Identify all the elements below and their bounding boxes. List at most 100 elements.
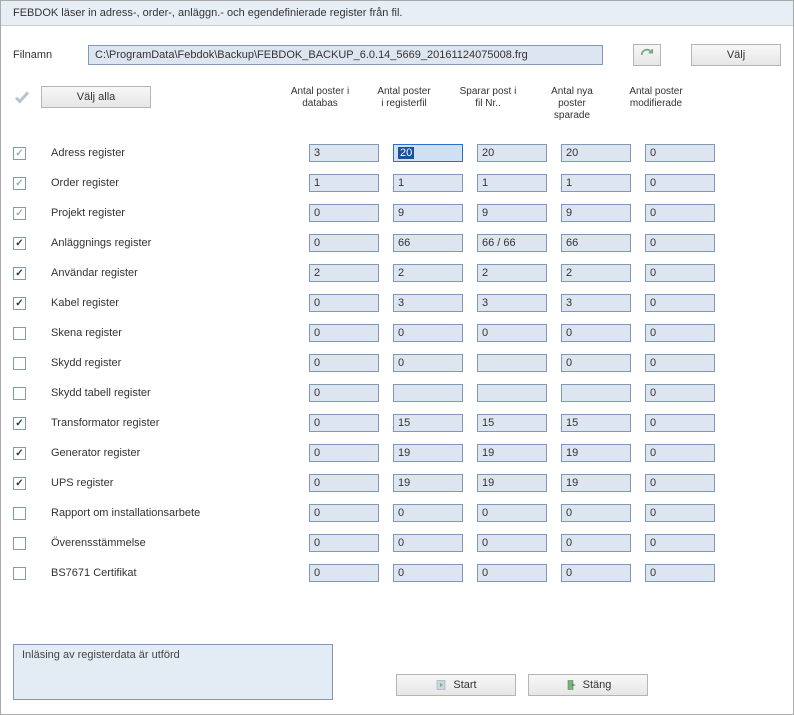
- value-cell[interactable]: 1: [477, 174, 547, 192]
- refresh-button[interactable]: [633, 44, 661, 66]
- value-cell[interactable]: 1: [309, 174, 379, 192]
- value-cell[interactable]: 66: [561, 234, 631, 252]
- value-cell[interactable]: 0: [561, 564, 631, 582]
- value-cell[interactable]: 0: [561, 324, 631, 342]
- value-cell[interactable]: 0: [477, 534, 547, 552]
- checkbox[interactable]: [13, 507, 26, 520]
- value-cell[interactable]: 0: [309, 444, 379, 462]
- value-cell[interactable]: 0: [393, 354, 463, 372]
- value-cell[interactable]: 0: [477, 564, 547, 582]
- table-row: Rapport om installationsarbete00000: [13, 498, 781, 528]
- value-cell[interactable]: 0: [645, 474, 715, 492]
- value-cell[interactable]: 2: [561, 264, 631, 282]
- value-cell[interactable]: 0: [309, 504, 379, 522]
- checkbox[interactable]: [13, 327, 26, 340]
- value-cell[interactable]: 2: [309, 264, 379, 282]
- value-cell[interactable]: 0: [477, 504, 547, 522]
- value-cell[interactable]: [477, 354, 547, 372]
- value-cell[interactable]: 66: [393, 234, 463, 252]
- value-cell[interactable]: 0: [561, 534, 631, 552]
- value-cell[interactable]: 0: [645, 324, 715, 342]
- value-cell[interactable]: 15: [561, 414, 631, 432]
- checkbox[interactable]: [13, 417, 26, 430]
- value-cell[interactable]: 19: [477, 474, 547, 492]
- checkbox[interactable]: [13, 147, 26, 160]
- value-cell[interactable]: 9: [477, 204, 547, 222]
- value-cell[interactable]: 0: [645, 504, 715, 522]
- value-cell[interactable]: 0: [393, 564, 463, 582]
- value-cell[interactable]: 9: [561, 204, 631, 222]
- value-cell[interactable]: 3: [309, 144, 379, 162]
- checkbox[interactable]: [13, 447, 26, 460]
- value-cell[interactable]: [393, 384, 463, 402]
- value-cell[interactable]: 3: [477, 294, 547, 312]
- value-cell[interactable]: 19: [393, 474, 463, 492]
- value-cell[interactable]: 15: [393, 414, 463, 432]
- value-cell[interactable]: 0: [645, 234, 715, 252]
- file-row: Filnamn C:\ProgramData\Febdok\Backup\FEB…: [1, 26, 793, 76]
- checkbox[interactable]: [13, 567, 26, 580]
- value-cell[interactable]: 19: [393, 444, 463, 462]
- value-cell[interactable]: 0: [645, 444, 715, 462]
- value-cell[interactable]: 0: [645, 174, 715, 192]
- checkbox[interactable]: [13, 207, 26, 220]
- value-cell[interactable]: 0: [645, 264, 715, 282]
- value-cell[interactable]: 2: [393, 264, 463, 282]
- value-cell[interactable]: 0: [309, 474, 379, 492]
- value-cell[interactable]: 0: [645, 204, 715, 222]
- value-cell[interactable]: 1: [561, 174, 631, 192]
- value-cell[interactable]: 0: [477, 324, 547, 342]
- value-cell[interactable]: 0: [645, 414, 715, 432]
- value-cell[interactable]: 0: [645, 384, 715, 402]
- value-cell[interactable]: 0: [309, 534, 379, 552]
- value-cell[interactable]: 1: [393, 174, 463, 192]
- value-cell[interactable]: 20: [393, 144, 463, 162]
- value-cell[interactable]: 0: [645, 294, 715, 312]
- value-cell[interactable]: 0: [309, 354, 379, 372]
- value-cell[interactable]: 20: [561, 144, 631, 162]
- checkbox[interactable]: [13, 537, 26, 550]
- checkbox[interactable]: [13, 477, 26, 490]
- value-cell[interactable]: [561, 384, 631, 402]
- value-cell[interactable]: 0: [393, 534, 463, 552]
- value-cell[interactable]: 3: [561, 294, 631, 312]
- value-cell[interactable]: 0: [309, 414, 379, 432]
- value-cell[interactable]: 0: [309, 384, 379, 402]
- filename-input[interactable]: C:\ProgramData\Febdok\Backup\FEBDOK_BACK…: [88, 45, 603, 65]
- value-cell[interactable]: 0: [309, 324, 379, 342]
- value-cell[interactable]: 19: [561, 444, 631, 462]
- value-cell[interactable]: 19: [477, 444, 547, 462]
- value-cell[interactable]: 0: [309, 234, 379, 252]
- value-cell[interactable]: 0: [393, 324, 463, 342]
- checkbox[interactable]: [13, 357, 26, 370]
- value-cell[interactable]: 0: [645, 354, 715, 372]
- value-cell[interactable]: 15: [477, 414, 547, 432]
- checkbox[interactable]: [13, 267, 26, 280]
- choose-file-button[interactable]: Välj: [691, 44, 781, 66]
- value-cell[interactable]: [477, 384, 547, 402]
- select-all-button[interactable]: Välj alla: [41, 86, 151, 108]
- value-cell[interactable]: 0: [645, 144, 715, 162]
- value-cell[interactable]: 0: [309, 294, 379, 312]
- value-cell[interactable]: 0: [393, 504, 463, 522]
- value-cell[interactable]: 0: [561, 354, 631, 372]
- value-cell[interactable]: 20: [477, 144, 547, 162]
- checkbox[interactable]: [13, 177, 26, 190]
- close-button[interactable]: Stäng: [528, 674, 648, 696]
- row-label: Projekt register: [51, 207, 309, 219]
- checkbox[interactable]: [13, 297, 26, 310]
- row-label: Transformator register: [51, 417, 309, 429]
- value-cell[interactable]: 19: [561, 474, 631, 492]
- value-cell[interactable]: 0: [561, 504, 631, 522]
- value-cell[interactable]: 0: [309, 204, 379, 222]
- checkbox[interactable]: [13, 387, 26, 400]
- value-cell[interactable]: 66 / 66: [477, 234, 547, 252]
- start-button[interactable]: Start: [396, 674, 516, 696]
- value-cell[interactable]: 3: [393, 294, 463, 312]
- value-cell[interactable]: 9: [393, 204, 463, 222]
- value-cell[interactable]: 0: [645, 534, 715, 552]
- value-cell[interactable]: 2: [477, 264, 547, 282]
- value-cell[interactable]: 0: [645, 564, 715, 582]
- value-cell[interactable]: 0: [309, 564, 379, 582]
- checkbox[interactable]: [13, 237, 26, 250]
